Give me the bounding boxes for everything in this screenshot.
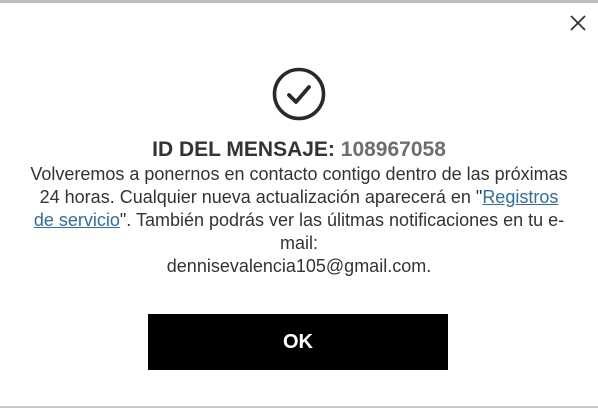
ok-button[interactable]: OK [148, 314, 448, 370]
confirmation-message: Volveremos a ponernos en contacto contig… [30, 163, 568, 278]
message-id-label: ID DEL MENSAJE: [152, 138, 335, 161]
message-text-after-link: ". También podrás ver las úlitmas notifi… [119, 210, 565, 253]
close-button[interactable] [568, 13, 588, 33]
message-id-heading: ID DEL MENSAJE: 108967058 [0, 138, 598, 162]
message-id-value: 108967058 [340, 138, 446, 161]
check-circle-icon [272, 67, 326, 121]
user-email: dennisevalencia105@gmail.com. [166, 256, 432, 276]
close-icon [570, 15, 586, 31]
success-icon-container [0, 67, 598, 121]
confirmation-dialog: ID DEL MENSAJE: 108967058 Volveremos a p… [0, 0, 598, 408]
